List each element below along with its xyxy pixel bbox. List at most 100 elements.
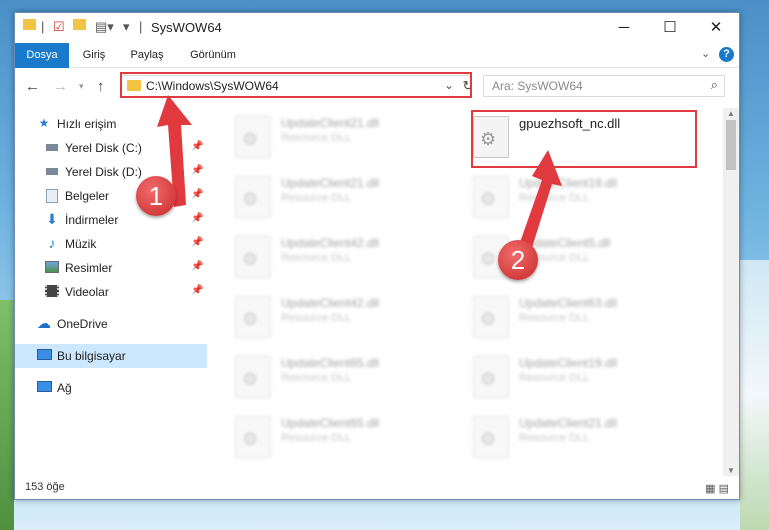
sidebar-item-label: Belgeler (65, 189, 110, 203)
help-icon[interactable]: ? (719, 47, 734, 62)
ribbon: Dosya Giriş Paylaş Görünüm ⌄ ? (15, 43, 739, 99)
view-toggle-icons[interactable]: ▦ ▤ (705, 482, 729, 495)
file-name: UpdateClient65.dll (281, 416, 380, 430)
file-type: Resource DLL (519, 432, 590, 444)
file-name: UpdateClient21.dll (281, 176, 380, 190)
dll-file-icon (235, 356, 271, 398)
file-type: Resource DLL (281, 132, 352, 144)
desktop-background (0, 300, 14, 530)
file-type: Resource DLL (281, 372, 352, 384)
tab-gorunum[interactable]: Görünüm (183, 43, 243, 67)
network-icon (37, 381, 52, 394)
pictures-icon (45, 261, 59, 274)
file-name: UpdateClient21.dll (519, 416, 618, 430)
maximize-button[interactable]: ☐ (647, 13, 693, 43)
sidebar-item-resimler[interactable]: Resimler 📌 (15, 256, 207, 280)
recent-locations-icon[interactable]: ▾ (79, 81, 84, 92)
tab-giris[interactable]: Giriş (77, 43, 111, 67)
file-type: Resource DLL (519, 372, 590, 384)
search-box[interactable]: Ara: SysWOW64 ⌕ (483, 75, 725, 97)
pin-icon[interactable]: 📌 (191, 261, 203, 272)
vertical-scrollbar[interactable]: ▲ ▼ (723, 108, 739, 476)
file-item[interactable]: UpdateClient5.dll Resource DLL (461, 228, 681, 284)
file-item[interactable]: UpdateClient21.dll Resource DLL (223, 108, 443, 164)
customize-toolbar-icon[interactable]: ▤▾ (95, 19, 114, 35)
sidebar-item-label: Yerel Disk (D:) (65, 165, 142, 179)
up-icon[interactable]: ↑ (97, 78, 105, 95)
file-type: Resource DLL (281, 192, 352, 204)
file-type: Resource DLL (281, 252, 352, 264)
sidebar-item-label: Müzik (65, 237, 97, 251)
dll-file-icon (235, 116, 271, 158)
sidebar-item-label: OneDrive (57, 317, 108, 331)
sidebar-item-label: İndirmeler (65, 213, 119, 227)
file-name: UpdateClient19.dll (519, 356, 618, 370)
music-icon: ♪ (48, 235, 56, 251)
sidebar-item-muzik[interactable]: ♪ Müzik 📌 (15, 232, 207, 256)
download-icon: ⬇ (46, 211, 58, 227)
scrollbar-thumb[interactable] (726, 120, 736, 170)
sidebar-item-this-pc[interactable]: Bu bilgisayar (15, 344, 207, 368)
sidebar-item-videolar[interactable]: Videolar 📌 (15, 280, 207, 304)
sidebar-item-label: Hızlı erişim (57, 117, 117, 131)
sidebar-item-onedrive[interactable]: ☁ OneDrive (15, 312, 207, 336)
file-item[interactable]: UpdateClient65.dll Resource DLL (223, 348, 443, 404)
expand-ribbon-icon[interactable]: ⌄ (701, 47, 710, 60)
title-bar: | ☑ ▤▾ ▾ | SysWOW64 ─ ☐ ✕ (15, 13, 739, 43)
file-item[interactable]: UpdateClient21.dll Resource DLL (461, 408, 681, 464)
dll-file-icon (235, 416, 271, 458)
new-folder-icon[interactable] (73, 18, 86, 33)
folder-icon (23, 18, 36, 33)
tab-paylas[interactable]: Paylaş (125, 43, 169, 67)
pin-icon[interactable]: 📌 (191, 237, 203, 248)
documents-icon (45, 189, 59, 203)
minimize-button[interactable]: ─ (601, 13, 647, 43)
separator: | (41, 19, 45, 34)
file-name: UpdateClient42.dll (281, 296, 380, 310)
sidebar-item-label: Videolar (65, 285, 109, 299)
drive-icon (45, 141, 59, 154)
sidebar-item-label: Bu bilgisayar (57, 349, 126, 363)
file-item[interactable]: UpdateClient42.dll Resource DLL (223, 228, 443, 284)
separator: | (139, 19, 143, 34)
status-bar: 153 öğe ▦ ▤ (15, 477, 739, 499)
sidebar-item-label: Ağ (57, 381, 72, 395)
drive-icon (45, 165, 59, 178)
window-title: SysWOW64 (151, 20, 222, 35)
back-icon[interactable]: ← (25, 78, 40, 95)
file-type: Resource DLL (281, 432, 352, 444)
file-item[interactable]: UpdateClient63.dll Resource DLL (461, 288, 681, 344)
file-type: Resource DLL (281, 312, 352, 324)
desktop-background-right (740, 260, 769, 530)
dll-file-icon (235, 296, 271, 338)
dll-file-icon (473, 356, 509, 398)
sidebar-item-network[interactable]: Ağ (15, 376, 207, 400)
file-item[interactable]: UpdateClient21.dll Resource DLL (223, 168, 443, 224)
search-icon[interactable]: ⌕ (711, 77, 718, 93)
dll-file-icon (235, 176, 271, 218)
file-item[interactable]: UpdateClient65.dll Resource DLL (223, 408, 443, 464)
forward-icon[interactable]: → (53, 78, 68, 95)
cloud-icon: ☁ (37, 315, 51, 331)
file-type: Resource DLL (519, 312, 590, 324)
sidebar-item-label: Resimler (65, 261, 113, 275)
properties-icon[interactable]: ☑ (53, 19, 65, 35)
pin-icon[interactable]: 📌 (191, 285, 203, 296)
dll-file-icon (473, 296, 509, 338)
file-name: UpdateClient21.dll (281, 116, 380, 130)
scroll-up-icon[interactable]: ▲ (723, 109, 739, 118)
quick-access-dropdown-icon[interactable]: ▾ (123, 19, 130, 35)
file-name: UpdateClient65.dll (281, 356, 380, 370)
file-item[interactable]: UpdateClient19.dll Resource DLL (461, 348, 681, 404)
search-input[interactable]: Ara: SysWOW64 (492, 79, 583, 93)
scroll-down-icon[interactable]: ▼ (723, 466, 739, 475)
sidebar-item-label: Yerel Disk (C:) (65, 141, 142, 155)
close-button[interactable]: ✕ (693, 13, 739, 43)
file-item[interactable]: UpdateClient19.dll Resource DLL (461, 168, 681, 224)
dll-file-icon (473, 416, 509, 458)
file-name: UpdateClient42.dll (281, 236, 380, 250)
computer-icon (37, 349, 52, 362)
file-name: UpdateClient63.dll (519, 296, 618, 310)
file-item[interactable]: UpdateClient42.dll Resource DLL (223, 288, 443, 344)
videos-icon (45, 285, 59, 298)
